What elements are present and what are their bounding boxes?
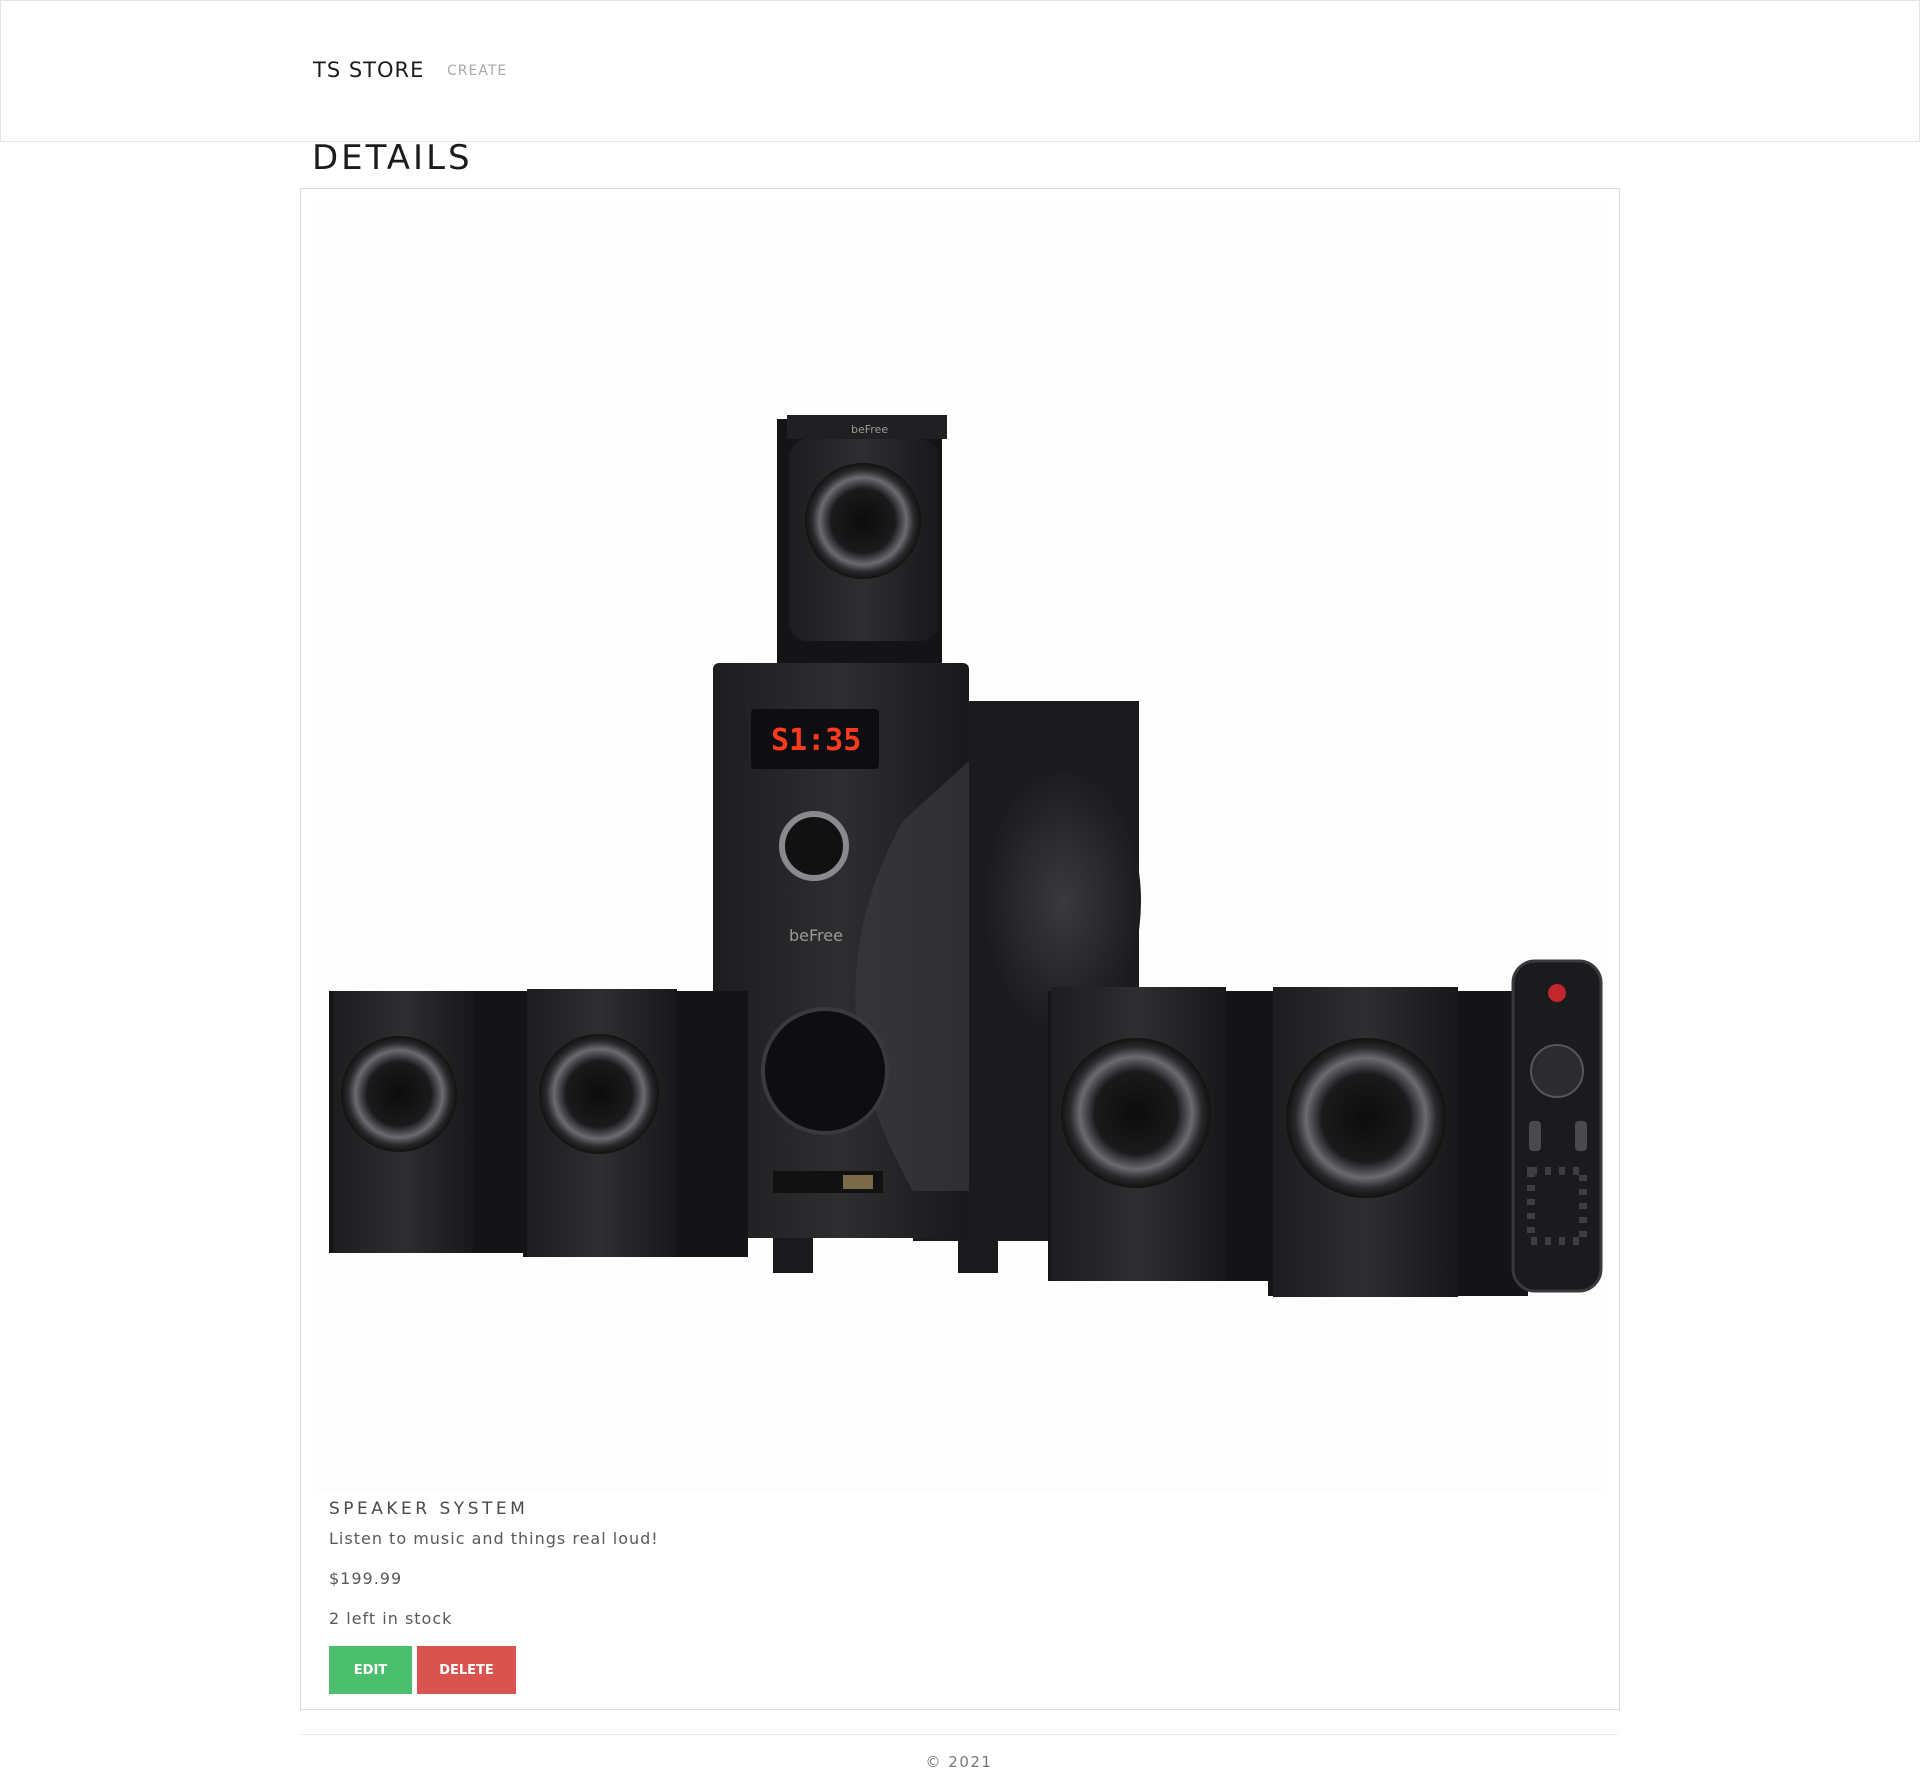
product-description: Listen to music and things real loud!: [329, 1529, 659, 1548]
rear-right-speaker: [1268, 987, 1528, 1297]
led-display-text: S1:35: [771, 723, 861, 758]
front-left-speaker: [329, 991, 524, 1253]
store-brand-link[interactable]: TS STORE: [313, 58, 424, 82]
brand-mark-tower: beFree: [789, 926, 843, 945]
delete-button[interactable]: DELETE: [417, 1646, 516, 1694]
edit-button[interactable]: EDIT: [329, 1646, 412, 1694]
top-navbar: TS STORE CREATE: [0, 0, 1920, 142]
rear-left-speaker: [523, 989, 748, 1257]
page-title: DETAILS: [312, 138, 473, 178]
product-detail-card: beFree S1:35 beFree SPEAKER SYSTEM Liste…: [300, 188, 1620, 1710]
nav-link-create[interactable]: CREATE: [447, 63, 507, 79]
speaker-system-illustration: beFree S1:35 beFree: [329, 415, 1603, 1297]
remote-control: [1511, 959, 1603, 1293]
footer: © 2021: [300, 1734, 1618, 1775]
product-stock: 2 left in stock: [329, 1609, 453, 1628]
product-image: beFree S1:35 beFree: [313, 201, 1607, 1491]
product-name: SPEAKER SYSTEM: [329, 1499, 529, 1519]
footer-copyright: © 2021: [925, 1753, 993, 1771]
main-tower: S1:35 beFree: [713, 663, 998, 1273]
product-price: $199.99: [329, 1569, 403, 1588]
brand-mark-top: beFree: [851, 423, 888, 436]
front-right-speaker: [1048, 987, 1278, 1281]
